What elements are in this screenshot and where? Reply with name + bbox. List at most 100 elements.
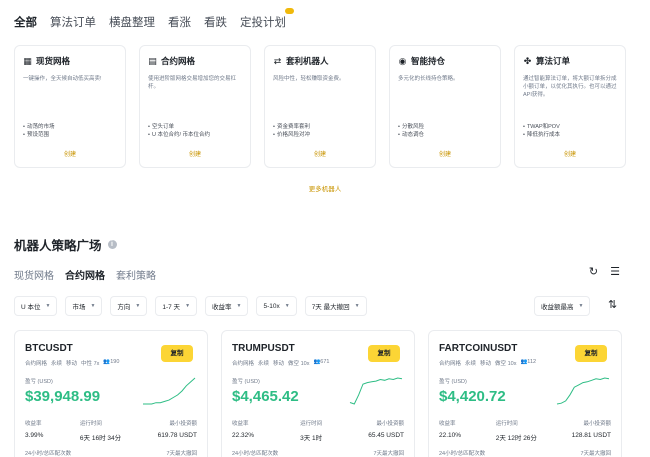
copy-button[interactable]: 复制	[368, 345, 400, 362]
bot-point: 空头订单	[148, 123, 242, 131]
chevron-down-icon: ▼	[284, 303, 290, 309]
copiers-count: 👥671	[313, 359, 330, 365]
create-link[interactable]: 创建	[515, 149, 625, 158]
category-tabs: 全部 算法订单 横盘整理 看涨 看跌 定投计划	[14, 8, 299, 30]
filter-duration[interactable]: 1-7 天 ▼	[155, 296, 198, 316]
bot-title: 算法订单	[536, 56, 571, 66]
rebalance-icon: ◉	[398, 55, 407, 66]
strategy-tag: 做空 10x	[495, 361, 517, 367]
bot-point: TWAP和POV	[523, 123, 617, 131]
settings-sliders-icon[interactable]: ⇅	[608, 298, 617, 311]
strategy-cards: BTCUSDT 合约网格 永续 移动 中性 7x 👥190 复制 盈亏 (USD…	[14, 330, 622, 457]
bot-card-rebalance[interactable]: ◉ 智能持仓 多元化的长线持仓策略。 分散风险动态调仓 创建	[389, 45, 501, 168]
chevron-down-icon: ▼	[135, 303, 141, 309]
grid-icon: ▦	[23, 55, 32, 66]
filter-margin-type[interactable]: U 本位 ▼	[14, 296, 58, 316]
list-view-icon[interactable]: ☰	[610, 267, 620, 278]
runtime-value: 6天 16时 34分	[79, 435, 122, 442]
tab-dca[interactable]: 定投计划	[240, 8, 294, 30]
create-link[interactable]: 创建	[140, 149, 250, 158]
drawdown-label: 7天最大撤回	[166, 451, 197, 457]
sparkline-path	[556, 377, 610, 405]
create-link[interactable]: 创建	[390, 149, 500, 158]
strategy-tag: 中性 7x	[81, 361, 100, 367]
min-investment-label: 最小投资额	[376, 421, 404, 427]
sort-select[interactable]: 收益额最高 ▼	[534, 296, 591, 316]
filter-market[interactable]: 市场 ▼	[65, 296, 103, 316]
tab-algo-orders[interactable]: 算法订单	[50, 14, 96, 30]
strategy-tag: 合约网格	[232, 361, 255, 367]
bot-description: 通过智能算法订单，将大额订单拆分成小额订单，以优化其执行。也可以通过API获得。	[523, 76, 617, 98]
tab-sideways[interactable]: 横盘整理	[109, 14, 155, 30]
strategy-tag: 永续	[465, 361, 477, 367]
min-investment-value: 65.45 USDT	[368, 432, 404, 439]
tab-all[interactable]: 全部	[14, 14, 37, 30]
bot-title: 合约网格	[161, 56, 196, 66]
roi-label: 收益率	[232, 421, 249, 427]
runtime-value: 2天 12时 26分	[495, 435, 537, 442]
bot-card-arbitrage[interactable]: ⇄ 套利机器人 风险中性，轻松赚取资金费。 资金费率套利价格风险对冲 创建	[264, 45, 376, 168]
roi-label: 收益率	[439, 421, 456, 427]
strategy-card[interactable]: FARTCOINUSDT 合约网格 永续 移动 做空 10x 👥112 复制 盈…	[428, 330, 622, 457]
filter-roi[interactable]: 收益率 ▼	[205, 296, 249, 316]
copy-button[interactable]: 复制	[161, 345, 193, 362]
filter-label: 5-10x	[263, 302, 280, 310]
bot-point: 动态调仓	[398, 131, 492, 139]
drawdown-label: 7天最大撤回	[373, 451, 404, 457]
strategy-card[interactable]: BTCUSDT 合约网格 永续 移动 中性 7x 👥190 复制 盈亏 (USD…	[14, 330, 208, 457]
bot-title: 现货网格	[36, 56, 71, 66]
chevron-down-icon: ▼	[185, 303, 191, 309]
chevron-down-icon: ▼	[90, 303, 96, 309]
copiers-count: 👥190	[103, 359, 120, 365]
strategy-tag: 合约网格	[439, 361, 462, 367]
runtime-label: 运行时间	[495, 421, 518, 427]
runtime-value: 3天 1时	[300, 435, 323, 442]
chevron-down-icon: ▼	[236, 303, 242, 309]
bot-point: 分散风险	[398, 123, 492, 131]
filter-leverage[interactable]: 5-10x ▼	[256, 296, 297, 316]
tab-bearish[interactable]: 看跌	[204, 14, 227, 30]
filter-direction[interactable]: 方向 ▼	[110, 296, 148, 316]
matches-label: 24小时/总匹配次数	[25, 451, 72, 457]
strategy-tag: 做空 10x	[288, 361, 310, 367]
strategy-card[interactable]: TRUMPUSDT 合约网格 永续 移动 做空 10x 👥671 复制 盈亏 (…	[221, 330, 415, 457]
filter-label: 收益率	[212, 304, 232, 311]
filter-label: 7天 最大撤回	[311, 304, 350, 311]
bot-card-futures-grid[interactable]: ▤ 合约网格 使用进阶版网格交易增加您的交易杠杆。 空头订单U 本位合约/ 币本位…	[139, 45, 251, 168]
algo-icon: ✤	[523, 55, 532, 66]
subtab-spot-grid[interactable]: 现货网格	[14, 267, 54, 282]
bot-description: 一键操作，全天候自动低买高卖!	[23, 76, 102, 82]
bot-point: 资金费率套利	[273, 123, 367, 131]
section-header: 机器人策略广场 i	[14, 235, 117, 254]
strategy-tag: 永续	[51, 361, 63, 367]
bot-card-spot-grid[interactable]: ▦ 现货网格 一键操作，全天候自动低买高卖! 动荡的市场预设范围 创建	[14, 45, 126, 168]
info-icon[interactable]: i	[107, 240, 117, 249]
bot-title: 智能持仓	[411, 56, 446, 66]
roi-label: 收益率	[25, 421, 42, 427]
chevron-down-icon: ▼	[45, 303, 51, 309]
subtab-arbitrage[interactable]: 套利策略	[116, 267, 156, 282]
bot-cards: ▦ 现货网格 一键操作，全天候自动低买高卖! 动荡的市场预设范围 创建 ▤ 合约网格…	[14, 45, 626, 168]
refresh-icon[interactable]: ↻	[589, 267, 598, 278]
min-investment-value: 128.81 USDT	[571, 432, 611, 439]
bot-description: 多元化的长线持仓策略。	[398, 76, 459, 82]
copy-button[interactable]: 复制	[575, 345, 607, 362]
create-link[interactable]: 创建	[15, 149, 125, 158]
filter-label: 1-7 天	[162, 304, 181, 311]
create-link[interactable]: 创建	[265, 149, 375, 158]
new-badge	[285, 8, 294, 14]
bot-point: 预设范围	[23, 131, 117, 139]
subtab-futures-grid[interactable]: 合约网格	[65, 267, 105, 282]
strategy-tag: 移动	[66, 361, 78, 367]
more-bots-link[interactable]: 更多机器人	[0, 183, 650, 193]
roi-value: 22.10%	[439, 432, 462, 439]
copiers-count: 👥112	[520, 359, 537, 365]
filter-max-drawdown[interactable]: 7天 最大撤回 ▼	[304, 296, 367, 316]
strategy-subtabs: 现货网格 合约网格 套利策略	[14, 267, 156, 282]
tab-dca-label: 定投计划	[240, 17, 286, 29]
bot-description: 使用进阶版网格交易增加您的交易杠杆。	[148, 76, 237, 90]
tab-bullish[interactable]: 看涨	[168, 14, 191, 30]
arbitrage-icon: ⇄	[273, 55, 282, 66]
bot-card-algo-orders[interactable]: ✤ 算法订单 通过智能算法订单，将大额订单拆分成小额订单，以优化其执行。也可以通过…	[514, 45, 626, 168]
matches-label: 24小时/总匹配次数	[439, 451, 486, 457]
